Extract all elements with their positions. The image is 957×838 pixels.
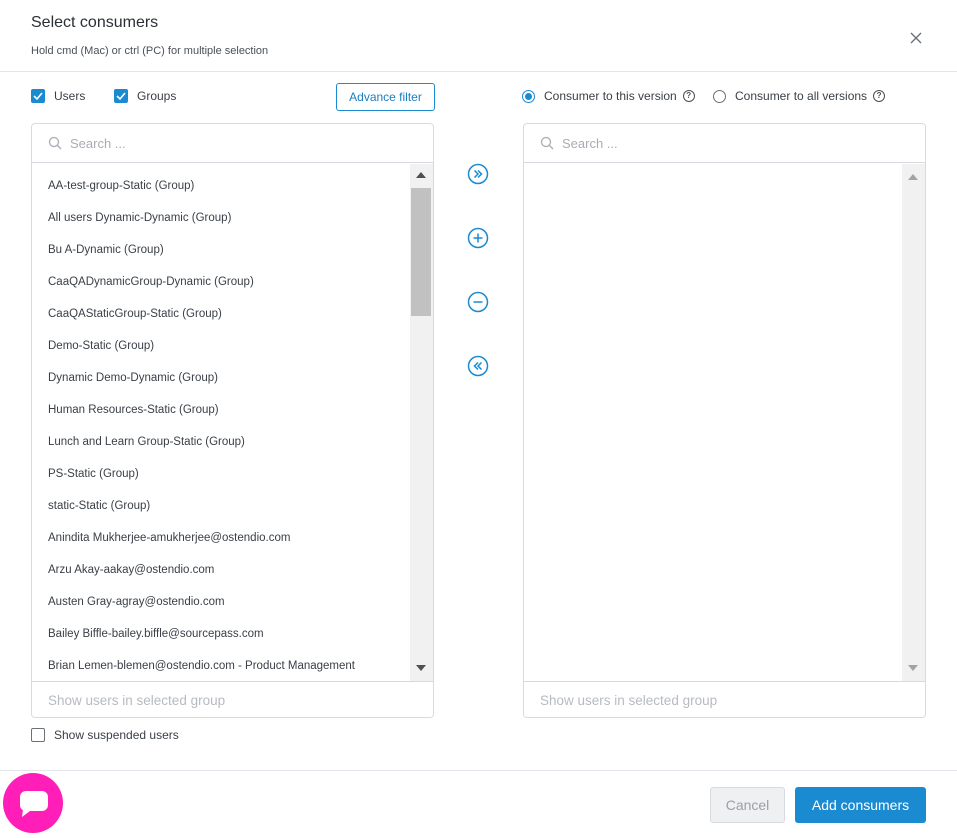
advance-filter-button[interactable]: Advance filter (336, 83, 435, 111)
list-item[interactable]: Demo-Static (Group) (48, 340, 154, 352)
list-item[interactable]: static-Static (Group) (48, 500, 150, 512)
list-item[interactable]: Bailey Biffle-bailey.biffle@sourcepass.c… (48, 628, 264, 640)
list-item[interactable]: CaaQADynamicGroup-Dynamic (Group) (48, 276, 254, 288)
list-item[interactable]: All users Dynamic-Dynamic (Group) (48, 212, 231, 224)
users-checkbox-label: Users (54, 89, 86, 103)
dialog-subtitle: Hold cmd (Mac) or ctrl (PC) for multiple… (31, 45, 269, 57)
groups-checkbox-label: Groups (137, 89, 177, 103)
chat-icon (20, 791, 48, 817)
checkbox-unchecked-icon (31, 728, 45, 742)
right-search-row (524, 124, 925, 163)
consumer-this-version-radio[interactable]: Consumer to this version ? (522, 89, 695, 103)
list-item[interactable]: Bu A-Dynamic (Group) (48, 244, 164, 256)
cancel-button[interactable]: Cancel (710, 787, 785, 823)
help-circle-icon[interactable]: ? (682, 90, 695, 102)
show-suspended-users-checkbox[interactable]: Show suspended users (31, 728, 179, 742)
search-icon (540, 136, 554, 150)
right-show-users-in-group[interactable]: Show users in selected group (524, 681, 925, 717)
add-consumers-button[interactable]: Add consumers (795, 787, 926, 823)
left-search-input[interactable] (70, 135, 370, 151)
list-item[interactable]: AA-test-group-Static (Group) (48, 180, 194, 192)
double-chevron-left-icon[interactable] (467, 355, 489, 377)
dialog-header: Select consumers Hold cmd (Mac) or ctrl … (0, 0, 957, 72)
list-item[interactable]: Brian Lemen-blemen@ostendio.com - Produc… (48, 660, 355, 672)
select-consumers-dialog: Select consumers Hold cmd (Mac) or ctrl … (0, 0, 957, 838)
list-item[interactable]: Arzu Akay-aakay@ostendio.com (48, 564, 214, 576)
list-item[interactable]: Austen Gray-agray@ostendio.com (48, 596, 225, 608)
consumer-all-versions-label: Consumer to all versions (735, 89, 868, 103)
list-item[interactable]: Anindita Mukherjee-amukherjee@ostendio.c… (48, 532, 290, 544)
groups-checkbox[interactable]: Groups (114, 89, 176, 103)
search-icon (48, 136, 62, 150)
consumer-this-version-label: Consumer to this version (544, 89, 677, 103)
list-item[interactable]: Human Resources-Static (Group) (48, 404, 219, 416)
checkbox-checked-icon (114, 89, 128, 103)
selected-consumers-panel: Show users in selected group (523, 123, 926, 718)
left-show-users-in-group[interactable]: Show users in selected group (32, 681, 433, 717)
scroll-up-icon[interactable] (908, 174, 918, 180)
chat-widget-button[interactable] (3, 773, 63, 833)
show-suspended-users-label: Show suspended users (54, 728, 179, 742)
scroll-down-icon[interactable] (416, 665, 426, 671)
help-circle-icon[interactable]: ? (873, 90, 886, 102)
minus-circle-icon[interactable] (467, 291, 489, 313)
left-scrollbar[interactable] (410, 164, 433, 681)
close-icon[interactable] (906, 28, 926, 48)
list-item[interactable]: PS-Static (Group) (48, 468, 139, 480)
scroll-down-icon[interactable] (908, 665, 918, 671)
radio-unselected-icon (713, 89, 726, 103)
available-consumers-panel: AA-test-group-Static (Group) All users Dy… (31, 123, 434, 718)
dialog-title: Select consumers (31, 14, 159, 31)
scroll-thumb[interactable] (411, 188, 431, 316)
scroll-up-icon[interactable] (416, 172, 426, 178)
right-scrollbar[interactable] (902, 164, 925, 681)
users-checkbox[interactable]: Users (31, 89, 85, 103)
consumer-all-versions-radio[interactable]: Consumer to all versions ? (713, 89, 886, 103)
radio-selected-icon (522, 89, 535, 103)
double-chevron-right-icon[interactable] (467, 163, 489, 185)
selected-consumers-list[interactable] (524, 164, 925, 681)
list-item[interactable]: Lunch and Learn Group-Static (Group) (48, 436, 245, 448)
left-search-row (32, 124, 433, 163)
plus-circle-icon[interactable] (467, 227, 489, 249)
right-search-input[interactable] (562, 135, 862, 151)
list-item[interactable]: CaaQAStaticGroup-Static (Group) (48, 308, 222, 320)
checkbox-checked-icon (31, 89, 45, 103)
available-consumers-list: AA-test-group-Static (Group) All users Dy… (32, 164, 433, 681)
list-item[interactable]: Dynamic Demo-Dynamic (Group) (48, 372, 218, 384)
